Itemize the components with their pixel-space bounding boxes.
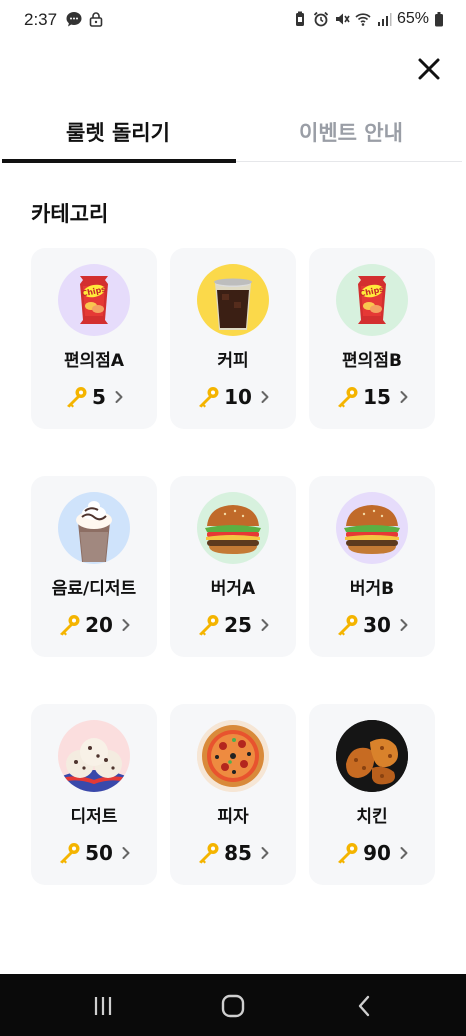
- category-name: 피자: [217, 807, 249, 827]
- frappe-icon: [58, 492, 130, 564]
- category-name: 버거B: [349, 579, 395, 599]
- ice-cream-icon: [58, 720, 130, 792]
- system-nav-bar: [0, 974, 466, 1036]
- battery-icon: [435, 12, 443, 27]
- category-name: 디저트: [70, 807, 118, 827]
- key-icon: [57, 614, 81, 636]
- tab-divider: [236, 161, 462, 162]
- category-card[interactable]: 편의점B 15: [309, 248, 435, 429]
- key-cost: 90: [363, 841, 391, 865]
- key-icon: [196, 386, 220, 408]
- key-icon: [335, 386, 359, 408]
- category-name: 음료/디저트: [51, 579, 137, 599]
- category-name: 편의점A: [63, 351, 125, 371]
- mute-icon: [335, 13, 350, 25]
- key-cost: 25: [224, 613, 252, 637]
- key-icon: [57, 842, 81, 864]
- category-name: 편의점B: [342, 351, 402, 371]
- tab-roulette[interactable]: 룰렛 돌리기: [0, 100, 236, 164]
- chevron-right-icon: [399, 390, 409, 404]
- category-name: 치킨: [356, 807, 388, 827]
- section-title: 카테고리: [31, 202, 109, 226]
- key-cost: 5: [92, 385, 106, 409]
- lock-icon: [89, 12, 103, 27]
- chevron-right-icon: [260, 618, 270, 632]
- active-tab-indicator: [2, 159, 236, 163]
- battery-percent: 65%: [396, 10, 429, 27]
- pizza-icon: [197, 720, 269, 792]
- iced-coffee-icon: [197, 264, 269, 336]
- burger-icon: [336, 492, 408, 564]
- category-card[interactable]: 치킨 90: [309, 704, 435, 885]
- category-name: 커피: [217, 351, 249, 371]
- key-icon: [196, 614, 220, 636]
- category-card[interactable]: 음료/디저트 20: [31, 476, 157, 657]
- key-icon: [64, 386, 88, 408]
- home-icon[interactable]: [219, 992, 247, 1020]
- chevron-right-icon: [399, 618, 409, 632]
- chevron-right-icon: [114, 390, 124, 404]
- key-icon: [335, 614, 359, 636]
- status-time: 2:37: [24, 10, 58, 29]
- key-icon: [196, 842, 220, 864]
- key-cost: 50: [85, 841, 113, 865]
- category-card[interactable]: 버거B 30: [309, 476, 435, 657]
- category-card[interactable]: 디저트 50: [31, 704, 157, 885]
- burger-icon: [197, 492, 269, 564]
- chips-icon: Chips: [58, 264, 130, 336]
- back-icon[interactable]: [351, 992, 379, 1020]
- chevron-right-icon: [260, 390, 270, 404]
- category-card[interactable]: Chips 편의점A 5: [31, 248, 157, 429]
- recents-icon[interactable]: [89, 992, 117, 1020]
- key-cost: 30: [363, 613, 391, 637]
- fried-chicken-icon: [336, 720, 408, 792]
- status-bar: 2:37 65%: [0, 0, 466, 44]
- chevron-right-icon: [121, 618, 131, 632]
- tab-bar: 룰렛 돌리기 이벤트 안내: [0, 100, 466, 166]
- category-card[interactable]: 버거A 25: [170, 476, 296, 657]
- signal-icon: [377, 13, 392, 26]
- close-icon[interactable]: [414, 54, 444, 84]
- chat-bubble-icon: [66, 12, 82, 27]
- chevron-right-icon: [121, 846, 131, 860]
- category-card[interactable]: 커피 10: [170, 248, 296, 429]
- alarm-icon: [313, 11, 329, 27]
- key-icon: [335, 842, 359, 864]
- key-cost: 85: [224, 841, 252, 865]
- tab-event-info[interactable]: 이벤트 안내: [236, 100, 466, 164]
- key-cost: 20: [85, 613, 113, 637]
- chevron-right-icon: [260, 846, 270, 860]
- chips-icon: [336, 264, 408, 336]
- key-cost: 15: [363, 385, 391, 409]
- category-card[interactable]: 피자 85: [170, 704, 296, 885]
- battery-saver-icon: [295, 11, 304, 26]
- chevron-right-icon: [399, 846, 409, 860]
- key-cost: 10: [224, 385, 252, 409]
- wifi-icon: [355, 13, 371, 26]
- category-name: 버거A: [210, 579, 256, 599]
